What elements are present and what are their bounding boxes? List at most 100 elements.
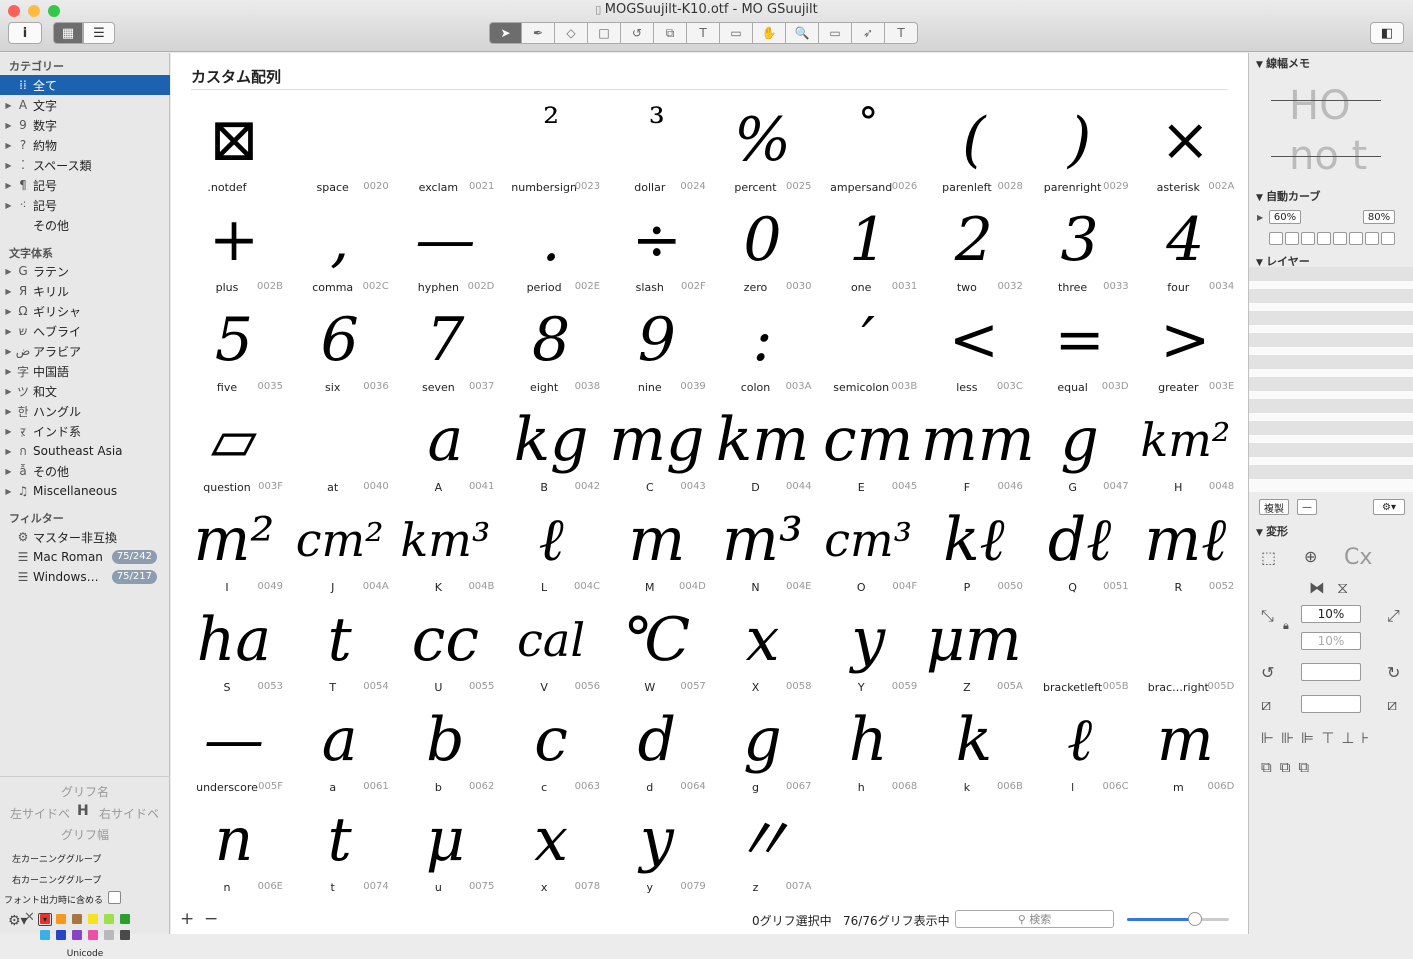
glyph-cell[interactable]: ⊠ .notdef	[181, 95, 287, 195]
glyph-cell[interactable]: mg C 0043	[604, 395, 710, 495]
category-item[interactable]: ▶? 約物	[0, 135, 170, 155]
transform-cx[interactable]: Cx	[1344, 545, 1372, 570]
glyph-cell[interactable]: × asterisk 002A	[1132, 95, 1238, 195]
glyph-cell[interactable]: + plus 002B	[181, 195, 287, 295]
glyph-cell[interactable]: μm Z 005A	[921, 595, 1027, 695]
duplicate-layer-button[interactable]: 複製	[1259, 499, 1289, 515]
script-item[interactable]: ▶ ẫ その他	[0, 461, 170, 481]
filter-item[interactable]: ⚙ マスター非互換	[0, 527, 170, 547]
glyph-cell[interactable]: 6 six 0036	[287, 295, 393, 395]
menu-dropdown-icon[interactable]: ▾	[38, 913, 52, 926]
glyph-cell[interactable]: 1 one 0031	[815, 195, 921, 295]
glyph-cell[interactable]: d d 0064	[604, 695, 710, 795]
glyph-cell[interactable]: c c 0063	[498, 695, 604, 795]
glyph-cell[interactable]: = equal 003D	[1027, 295, 1133, 395]
list-view-button[interactable]: ☰	[83, 22, 115, 44]
lock-icon[interactable]: 🔒︎	[1283, 619, 1289, 633]
glyph-cell[interactable]: at 0040	[287, 395, 393, 495]
glyph-cell[interactable]: km² H 0048	[1132, 395, 1238, 495]
left-sidebearing-label[interactable]: 左サイドベ	[10, 805, 70, 822]
glyph-cell[interactable]: ha S 0053	[181, 595, 287, 695]
glyph-cell[interactable]: (parenleft 0028	[921, 95, 1027, 195]
add-glyph-button[interactable]: +	[180, 909, 194, 929]
script-item[interactable]: ▶ ض アラビア	[0, 341, 170, 361]
glyph-cell[interactable]: cm E 0045	[815, 395, 921, 495]
script-item[interactable]: ▶ 字中国語	[0, 361, 170, 381]
curve-checkbox[interactable]	[1381, 232, 1395, 245]
color-swatch[interactable]	[88, 930, 98, 940]
disclosure-icon[interactable]: ▶	[0, 141, 13, 150]
glyph-cell[interactable]: , comma 002C	[287, 195, 393, 295]
color-swatch[interactable]	[120, 914, 130, 924]
disclosure-icon[interactable]: ▶	[0, 121, 13, 130]
color-swatch[interactable]	[104, 930, 114, 940]
auto-curve-header[interactable]: ▼ 自動カーブ	[1256, 188, 1320, 204]
script-item[interactable]: ▶ ก Southeast Asia	[0, 441, 170, 461]
rotate-left-icon[interactable]: ↺	[1261, 663, 1274, 682]
bounding-box-icon[interactable]: ⬚	[1261, 548, 1276, 567]
text-tool-icon[interactable]: T	[687, 22, 720, 44]
disclosure-icon[interactable]: ▶	[0, 467, 13, 476]
filter-item[interactable]: ☰ Mac Roman 75/242	[0, 547, 170, 567]
info-button[interactable]: i	[8, 22, 42, 44]
glyph-cell[interactable]: n n 006E	[181, 795, 287, 895]
curve-checkbox[interactable]	[1365, 232, 1379, 245]
color-swatch[interactable]	[120, 930, 130, 940]
script-item[interactable]: ▶ ♫ Miscellaneous	[0, 481, 170, 501]
color-swatch[interactable]	[88, 914, 98, 924]
glyph-cell[interactable]: m M 004D	[604, 495, 710, 595]
curve-checkbox[interactable]	[1269, 232, 1283, 245]
disclosure-icon[interactable]: ▶	[0, 267, 13, 276]
glyph-cell[interactable]: ° ampersand 0026	[815, 95, 921, 195]
right-kerning-group-label[interactable]: 右カーニンググループ	[12, 873, 101, 886]
curve-field-b[interactable]: 80%	[1363, 210, 1395, 224]
glyph-width-label[interactable]: グリフ幅	[0, 826, 170, 843]
export-checkbox[interactable]	[108, 891, 121, 904]
origin-icon[interactable]: ⊕	[1304, 547, 1317, 566]
glyph-cell[interactable]: y y 0079	[604, 795, 710, 895]
glyph-cell[interactable]: cc U 0055	[392, 595, 498, 695]
draw-tool-icon[interactable]: ✒	[522, 22, 555, 44]
glyph-cell[interactable]: a A 0041	[392, 395, 498, 495]
glyph-cell[interactable]: 0 zero 0030	[710, 195, 816, 295]
glyph-cell[interactable]: x x 0078	[498, 795, 604, 895]
color-swatch[interactable]	[104, 914, 114, 924]
color-swatch[interactable]	[40, 930, 50, 940]
glyph-cell[interactable]: kℓ P 0050	[921, 495, 1027, 595]
glyph-cell[interactable]: g G 0047	[1027, 395, 1133, 495]
script-item[interactable]: ▶ ऱ インド系	[0, 421, 170, 441]
color-swatch[interactable]	[56, 930, 66, 940]
disclosure-icon[interactable]: ▶	[0, 347, 13, 356]
glyph-cell[interactable]: ℓ L 004C	[498, 495, 604, 595]
glyph-cell[interactable]: exclam 0021	[392, 95, 498, 195]
curve-checkbox[interactable]	[1333, 232, 1347, 245]
layers-list[interactable]	[1249, 267, 1413, 492]
glyph-cell[interactable]: cm² J 004A	[287, 495, 393, 595]
annotation-tool-icon[interactable]: ▭	[720, 22, 753, 44]
glyph-cell[interactable]: % percent 0025	[710, 95, 816, 195]
scale-y-field[interactable]: 10%	[1301, 632, 1361, 650]
category-item[interactable]: ▶ ¶ 記号	[0, 175, 170, 195]
hand-tool-icon[interactable]: ✋	[753, 22, 786, 44]
glyph-cell[interactable]: m m 006D	[1132, 695, 1238, 795]
scale-up-icon[interactable]: ⤢	[1387, 606, 1400, 626]
slant-right-icon[interactable]: ⧄	[1387, 695, 1397, 715]
disclosure-icon[interactable]: ▶	[0, 387, 13, 396]
disclosure-icon[interactable]: ▶	[0, 161, 13, 170]
measure-tool-icon[interactable]: ▭	[819, 22, 852, 44]
zoom-slider[interactable]	[1127, 912, 1229, 926]
glyph-cell[interactable]: km D 0044	[710, 395, 816, 495]
glyph-cell[interactable]: mℓ R 0052	[1132, 495, 1238, 595]
disclosure-icon[interactable]: ▶	[0, 327, 13, 336]
glyph-cell[interactable]: 8 eight 0038	[498, 295, 604, 395]
glyph-cell[interactable]: 〃 z 007A	[710, 795, 816, 895]
rectangle-tool-icon[interactable]: □	[588, 22, 621, 44]
curve-checkbox[interactable]	[1349, 232, 1363, 245]
scale-tool-icon[interactable]: ⧉	[654, 22, 687, 44]
glyph-cell[interactable]: ³ dollar 0024	[604, 95, 710, 195]
glyph-cell[interactable]: ℃ W 0057	[604, 595, 710, 695]
disclosure-icon[interactable]: ▶	[0, 181, 13, 190]
glyph-cell[interactable]: k k 006B	[921, 695, 1027, 795]
glyph-cell[interactable]: ÷ slash 002F	[604, 195, 710, 295]
curve-field-a[interactable]: 60%	[1269, 210, 1301, 224]
